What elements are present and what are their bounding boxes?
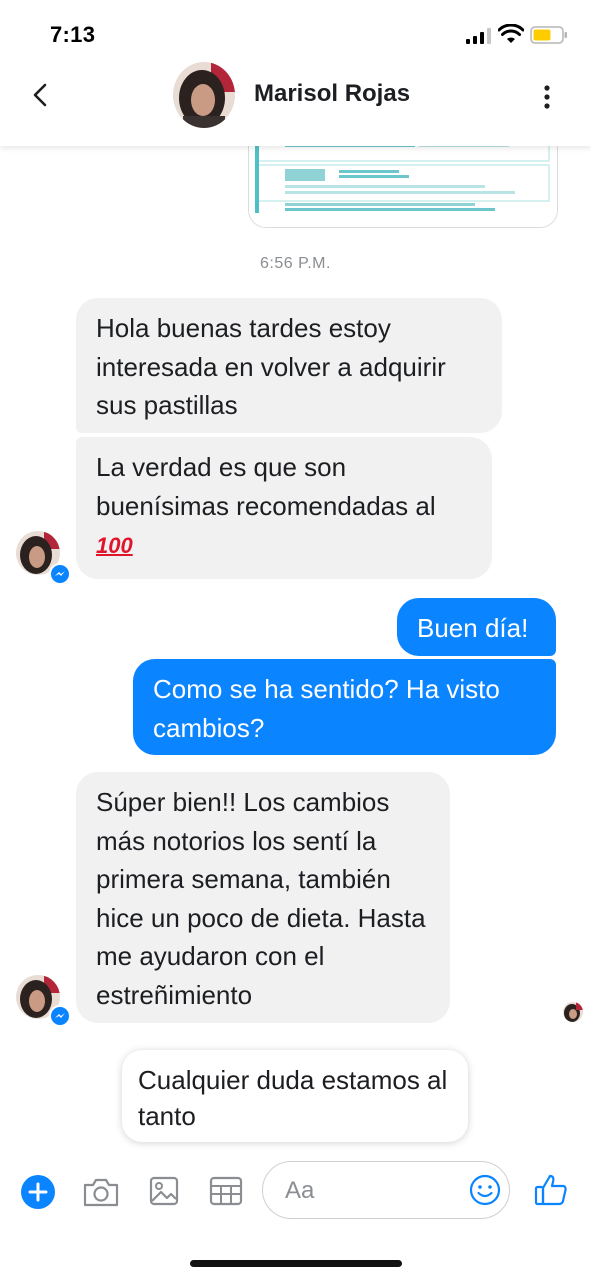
wifi-icon [498,24,524,43]
message-text: Hola buenas tardes estoy interesada en v… [96,313,446,420]
emoji-icon[interactable] [469,1174,501,1206]
messenger-badge-icon [49,1005,71,1027]
incoming-message[interactable]: Hola buenas tardes estoy interesada en v… [76,298,502,433]
draft-message-card[interactable]: Cualquier duda estamos al tanto [122,1050,468,1142]
status-time: 7:13 [50,22,96,47]
contact-avatar[interactable] [173,62,235,128]
photo-icon[interactable] [148,1175,180,1207]
message-text: Súper bien!! Los cambios más notorios lo… [96,787,426,1010]
outgoing-message[interactable]: Buen día! [397,598,556,656]
conversation-header: Marisol Rojas [0,62,591,146]
hundred-points-emoji: 100 [96,533,133,558]
status-bar: 7:13 [0,0,591,62]
outgoing-message[interactable]: Como se ha sentido? Ha visto cambios? [133,659,556,755]
read-receipt-avatar [563,1002,583,1022]
messenger-badge-icon [49,563,71,585]
cellular-signal-icon [466,28,491,44]
message-input-field[interactable] [262,1161,510,1219]
home-indicator[interactable] [190,1260,402,1267]
message-list[interactable]: 6:56 P.M. Hola buenas tardes estoy inter… [0,146,591,1151]
incoming-message[interactable]: La verdad es que son buenísimas recomend… [76,437,492,579]
thumbs-up-icon[interactable] [533,1172,569,1208]
message-input[interactable] [283,1172,467,1210]
incoming-message[interactable]: Súper bien!! Los cambios más notorios lo… [76,772,450,1023]
plus-icon[interactable] [20,1174,56,1210]
message-text: La verdad es que son buenísimas recomend… [96,452,436,521]
more-options-icon[interactable] [534,82,560,112]
back-chevron-icon[interactable] [26,80,56,110]
composer-bar [0,1152,591,1232]
camera-icon[interactable] [82,1176,120,1208]
battery-icon [530,26,567,44]
message-text: Buen día! [417,613,529,643]
grid-icon[interactable] [209,1175,243,1207]
image-attachment[interactable] [248,146,558,228]
message-timestamp: 6:56 P.M. [260,255,331,272]
draft-message-text: Cualquier duda estamos al tanto [138,1065,448,1131]
message-text: Como se ha sentido? Ha visto cambios? [153,674,500,743]
contact-name[interactable]: Marisol Rojas [254,80,410,108]
